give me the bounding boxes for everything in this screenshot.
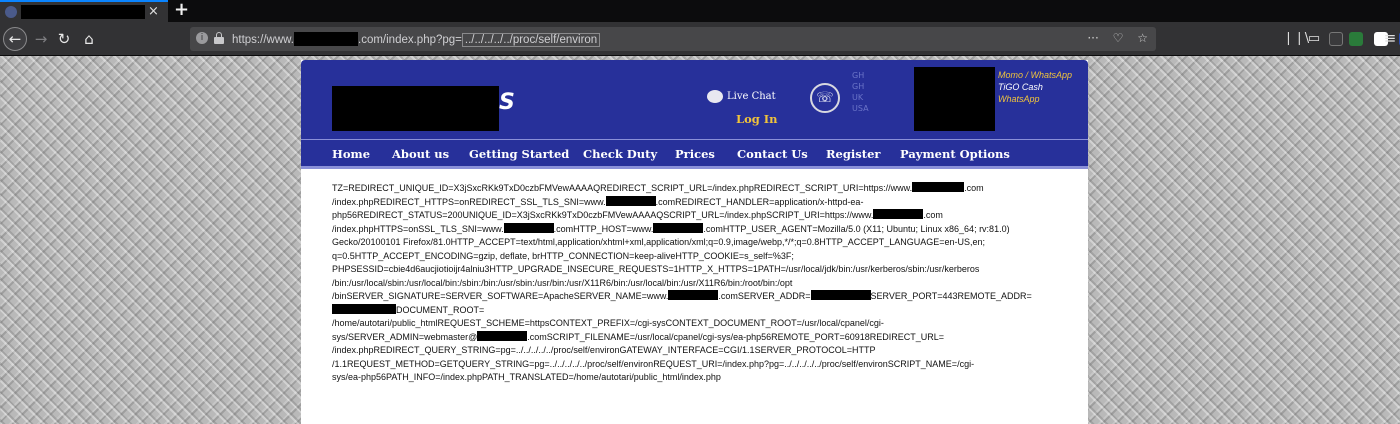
url-domain-redacted — [294, 32, 358, 46]
favicon-icon — [5, 6, 17, 18]
env-text: TZ=REDIRECT_UNIQUE_ID=X3jSxcRKk9TxD0czbF… — [332, 183, 913, 193]
active-tab[interactable]: × — [0, 0, 168, 22]
logo-tail: S — [499, 90, 515, 115]
env-text: /binSERVER_SIGNATURE=SERVER_SOFTWARE=Apa… — [332, 291, 669, 301]
env-text: DOCUMENT_ROOT= — [396, 304, 485, 315]
nav-register[interactable]: Register — [826, 147, 880, 161]
extension-2-icon[interactable] — [1349, 32, 1363, 46]
env-text: sys/SERVER_ADMIN=webmaster@ — [332, 331, 478, 342]
env-text: /home/autotari/public_htmlREQUEST_SCHEME… — [332, 318, 884, 328]
redaction-bar — [605, 195, 656, 206]
pocket-save-icon[interactable]: ♡ — [1113, 31, 1124, 45]
menu-icon[interactable]: ≡ — [1381, 29, 1399, 47]
nav-check-duty[interactable]: Check Duty — [583, 147, 657, 161]
env-text: /1.1REQUEST_METHOD=GETQUERY_STRING=pg=..… — [332, 358, 975, 369]
env-text: Gecko/20100101 Firefox/81.0HTTP_ACCEPT=t… — [332, 237, 986, 247]
env-text: q=0.5HTTP_ACCEPT_ENCODING=gzip, deflate,… — [332, 250, 794, 261]
phone-line: GH — [852, 82, 865, 91]
env-text: SERVER_PORT=443REMOTE_ADDR= — [870, 291, 1032, 301]
site-nav: Home About us Getting Started Check Duty… — [301, 139, 1088, 169]
env-text: .com — [923, 210, 943, 220]
site-info-icon[interactable]: i — [196, 32, 208, 44]
navigation-toolbar: ← → ↻ ⌂ i https://www. .com/index.php?pg=… — [0, 22, 1400, 56]
nav-getting-started[interactable]: Getting Started — [469, 147, 569, 161]
env-text: /index.phpREDIRECT_HTTPS=onREDIRECT_SSL_… — [332, 196, 606, 207]
nav-about-us[interactable]: About us — [392, 147, 449, 161]
payment-momo: Momo / WhatsApp — [998, 70, 1073, 80]
env-text: PHPSESSID=cbie4d6aucjiotioijr4alniu3HTTP… — [332, 264, 980, 274]
site-header: S Live Chat Log In ☏ GH GH UK USA Momo /… — [301, 60, 1088, 139]
env-text: .comSERVER_ADDR= — [718, 291, 811, 301]
redaction-bar — [810, 290, 871, 300]
url-path-highlight: ../../../../../proc/self/environ — [461, 33, 601, 47]
url-actions: ··· ♡ ☆ — [1077, 31, 1148, 45]
tab-strip: × + — [0, 0, 1400, 22]
redaction-bar — [912, 182, 965, 192]
sidebar-icon[interactable]: ▭ — [1305, 30, 1323, 48]
payment-contacts: Momo / WhatsApp TiGO Cash WhatsApp — [998, 69, 1072, 105]
nav-prices[interactable]: Prices — [675, 147, 715, 161]
redaction-bar — [477, 330, 528, 341]
redaction-bar — [332, 303, 396, 314]
url-bar[interactable]: i https://www. .com/index.php?pg= ../../..… — [190, 27, 1156, 51]
extension-1-icon[interactable] — [1329, 32, 1343, 46]
env-text: sys/ea-php56PATH_INFO=/index.phpPATH_TRA… — [332, 372, 721, 382]
phone-line: GH — [852, 71, 865, 80]
contact-redacted — [914, 67, 995, 131]
env-text: php56REDIRECT_STATUS=200UNIQUE_ID=X3jSxc… — [332, 210, 874, 220]
nav-home[interactable]: Home — [332, 147, 370, 161]
lock-icon[interactable] — [214, 32, 224, 45]
env-text: /index.phpHTTPS=onSSL_TLS_SNI=www. — [332, 223, 504, 234]
redaction-bar — [668, 290, 719, 300]
nav-contact-us[interactable]: Contact Us — [737, 147, 808, 161]
forward-button[interactable]: → — [30, 28, 52, 50]
tab-title-redacted — [21, 5, 145, 19]
close-tab-icon[interactable]: × — [148, 4, 159, 19]
env-text: .com — [964, 183, 984, 193]
login-link[interactable]: Log In — [736, 112, 778, 126]
phone-line: UK — [852, 93, 864, 102]
phone-list: GH GH UK USA — [852, 70, 869, 114]
env-text: .comHTTP_HOST=www. — [553, 223, 654, 234]
url-text[interactable]: https://www. .com/index.php?pg= ../../../.… — [232, 32, 601, 47]
redaction-bar — [503, 222, 554, 233]
back-button[interactable]: ← — [3, 27, 27, 51]
library-icon[interactable]: ❘❘\ — [1283, 30, 1309, 48]
env-text: /bin:/usr/local/sbin:/usr/local/bin:/sbi… — [332, 277, 793, 288]
site-container: S Live Chat Log In ☏ GH GH UK USA Momo /… — [301, 60, 1088, 424]
chat-bubble-icon[interactable] — [707, 90, 723, 103]
logo-redacted — [332, 86, 499, 131]
page-actions-icon[interactable]: ··· — [1087, 31, 1098, 45]
payment-tigo: TiGO Cash — [998, 82, 1043, 92]
redaction-bar — [873, 209, 924, 219]
redaction-bar — [653, 222, 704, 233]
bookmark-star-icon[interactable]: ☆ — [1137, 31, 1148, 45]
page-background: S Live Chat Log In ☏ GH GH UK USA Momo /… — [0, 56, 1400, 424]
payment-whatsapp: WhatsApp — [998, 94, 1040, 104]
env-text: /index.phpREDIRECT_QUERY_STRING=pg=../..… — [332, 345, 876, 355]
live-chat-link[interactable]: Live Chat — [727, 91, 776, 102]
reload-button[interactable]: ↻ — [53, 28, 75, 50]
nav-payment-options[interactable]: Payment Options — [900, 147, 1010, 161]
env-text: .comHTTP_USER_AGENT=Mozilla/5.0 (X11; Ub… — [703, 223, 1010, 234]
env-text: .comREDIRECT_HANDLER=application/x-httpd… — [655, 196, 864, 207]
home-button[interactable]: ⌂ — [78, 28, 100, 50]
phone-icon: ☏ — [810, 83, 840, 113]
env-text: .comSCRIPT_FILENAME=/usr/local/cpanel/cg… — [527, 331, 945, 342]
phone-line: USA — [852, 104, 869, 113]
new-tab-button[interactable]: + — [174, 0, 189, 20]
environ-output: TZ=REDIRECT_UNIQUE_ID=X3jSxcRKk9TxD0czbF… — [332, 182, 1052, 385]
